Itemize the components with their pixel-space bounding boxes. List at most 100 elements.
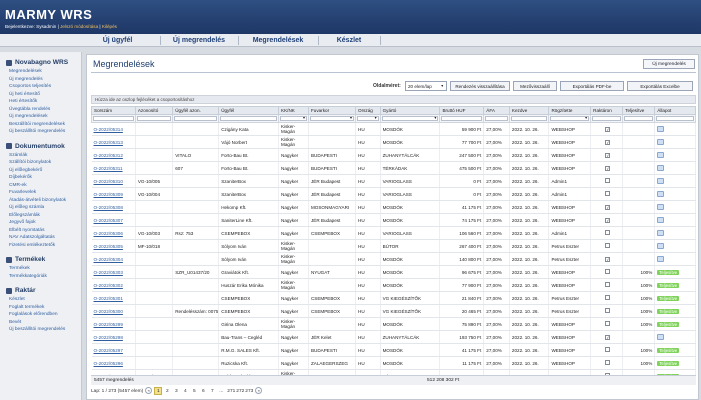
page-link[interactable]: 273 <box>244 387 253 395</box>
sidebar-section-raktar[interactable]: Raktár <box>6 286 81 295</box>
column-header-allapot[interactable]: Állapot <box>654 106 696 115</box>
view-icon[interactable] <box>657 164 665 171</box>
filter-input[interactable] <box>656 116 694 121</box>
sidebar-item-atadas-atveteli-bizonylatok[interactable]: Átadás-átvételi bizonylatok <box>0 197 81 205</box>
page-link[interactable]: 5 <box>190 387 198 395</box>
order-number-link[interactable]: O-2022/05297 <box>91 343 136 357</box>
sidebar-item-termekek[interactable]: Termékek <box>0 265 81 273</box>
column-header-kezdve[interactable]: Kezdve <box>508 106 550 115</box>
table-row[interactable]: O-2022/05305 MF-10/018 Sólyom Iván Kisker-M… <box>91 239 696 253</box>
sidebar-item-nav-adatszolgaltatas[interactable]: NAV Adatszolgáltatás <box>0 234 81 242</box>
column-header-ugyfel[interactable]: Ügyfél <box>218 106 280 115</box>
in-stock-checkbox[interactable] <box>605 347 611 352</box>
tab-new-order[interactable]: Új megrendelés <box>160 34 238 47</box>
sidebar-item-cmr-ek[interactable]: CMR-ek <box>0 182 81 190</box>
page-link[interactable]: 272 <box>235 387 244 395</box>
table-row[interactable]: O-2022/05306 VG-10/003 Rsz: 753 CSEMPEBOX Na… <box>91 226 696 240</box>
filter-input[interactable] <box>485 116 508 121</box>
next-page-icon[interactable]: » <box>255 387 263 394</box>
column-header-raktaron[interactable]: Raktáron <box>590 106 624 115</box>
filter-input[interactable] <box>93 116 134 121</box>
filter-select[interactable] <box>550 116 590 121</box>
view-icon[interactable] <box>657 216 665 223</box>
filter-input[interactable] <box>220 116 278 121</box>
column-header-kk-nk[interactable]: KK/NK <box>278 106 309 115</box>
sidebar-item-csoportos-teljesites[interactable]: Csoportos teljesítés <box>0 83 81 91</box>
order-number-link[interactable]: O-2022/05312 <box>91 148 136 162</box>
page-link[interactable]: 4 <box>181 387 189 395</box>
sidebar-item-keszlet[interactable]: Készlet <box>0 296 81 304</box>
order-number-link[interactable]: O-2022/05303 <box>91 265 136 279</box>
view-icon[interactable] <box>657 229 665 236</box>
sidebar-item-elbelt-nyomtatas[interactable]: Elbélt nyomtatás <box>0 227 81 235</box>
order-number-link[interactable]: O-2022/05309 <box>91 187 136 201</box>
filter-select[interactable] <box>309 116 354 121</box>
order-number-link[interactable]: O-2022/05307 <box>91 213 136 227</box>
order-number-link[interactable]: O-2022/05313 <box>91 135 136 149</box>
column-header-brutto-huf[interactable]: Bruttó HUF <box>439 106 485 115</box>
in-stock-checkbox[interactable] <box>605 282 611 287</box>
column-header-azonosito[interactable]: Azonosító <box>134 106 174 115</box>
sidebar-item-foglalasok-elorendben[interactable]: Foglalások előrendben <box>0 311 81 319</box>
table-row[interactable]: O-2022/05312 VITALO Forto-Bau Bt. Nagyker BU… <box>91 148 696 162</box>
sidebar-item-termekkategoriak[interactable]: Termékkategóriák <box>0 273 81 281</box>
sidebar-item-heti-ertesitok[interactable]: Heti értesítők <box>0 98 81 106</box>
in-stock-checkbox[interactable] <box>605 308 611 313</box>
order-number-link[interactable]: O-2022/05299 <box>91 317 136 331</box>
sidebar-item-megrendelesek[interactable]: Megrendelések <box>0 68 81 76</box>
sidebar-item-uj-heti-ertesito[interactable]: Új heti értesítő <box>0 91 81 99</box>
sidebar-section-novabagno-wrs[interactable]: Novabagno WRS <box>6 58 81 67</box>
column-header-teljesitve[interactable]: Teljesítve <box>622 106 656 115</box>
column-header-orszag[interactable]: Ország <box>355 106 381 115</box>
sidebar-item-dijbekerok[interactable]: Díjbekérők <box>0 174 81 182</box>
sidebar-item-uj-eloleg-szamla[interactable]: Új előleg számla <box>0 204 81 212</box>
export-pdf-button[interactable]: Exportálás PDF-be <box>560 81 624 91</box>
column-header-fuvarkor[interactable]: Fuvarkor <box>307 106 357 115</box>
view-icon[interactable] <box>657 242 665 249</box>
sidebar-item-uj-elolegbekero[interactable]: Új előlegbekérő <box>0 167 81 175</box>
order-number-link[interactable]: O-2022/05314 <box>91 122 136 136</box>
table-row[interactable]: O-2022/05296 Ruzicska Kft. Nagyker ZALAEGER… <box>91 356 696 370</box>
page-link[interactable]: ... <box>217 387 225 395</box>
change-password-link[interactable]: Jelszó módosítása <box>60 24 98 29</box>
first-page-icon[interactable]: « <box>145 387 153 394</box>
table-row[interactable]: O-2022/05314 Czigány Kata Kisker-Magán HU MO… <box>91 122 696 136</box>
sidebar-item-fuvarlevelek[interactable]: Fuvarlevelek <box>0 189 81 197</box>
table-row[interactable]: O-2022/05307 SaniterLine Kft. Nagyker JÉR B… <box>91 213 696 227</box>
filter-select[interactable] <box>280 116 307 121</box>
tab-stock[interactable]: Készlet <box>318 34 380 47</box>
page-link[interactable]: 1 <box>154 387 163 395</box>
table-row[interactable]: O-2022/05303 SZR_U01437/20 Graviátok Kft. N… <box>91 265 696 279</box>
view-icon[interactable] <box>657 138 665 145</box>
view-icon[interactable] <box>657 333 665 340</box>
in-stock-checkbox[interactable]: ✓ <box>605 139 611 145</box>
order-number-link[interactable]: O-2022/05301 <box>91 291 136 305</box>
sidebar-item-uj-beszallitoi-megrendeles[interactable]: Új beszállítói megrendelés <box>0 128 81 136</box>
sidebar-item-jegyvo-fajok[interactable]: Jegyvő fajok <box>0 219 81 227</box>
filter-select[interactable] <box>357 116 379 121</box>
order-number-link[interactable]: O-2022/05310 <box>91 174 136 188</box>
page-link[interactable]: 2 <box>163 387 171 395</box>
reset-filter-button[interactable]: Mezővisszaállí <box>513 81 557 91</box>
sidebar-item-fizetesi-emlekeztetok[interactable]: Fizetési emlékeztetők <box>0 242 81 250</box>
sidebar-item-uj-beszallitoi-megrendeles[interactable]: Új beszállítói megrendelés <box>0 326 81 334</box>
table-row[interactable]: O-2022/05311 607 Forto-Bau Bt. Nagyker BUDAP… <box>91 161 696 175</box>
in-stock-checkbox[interactable]: ✓ <box>605 152 611 158</box>
sidebar-section-termekek[interactable]: Termékek <box>6 255 81 264</box>
page-link[interactable]: 7 <box>208 387 216 395</box>
table-row[interactable]: O-2022/05308 Hekomp Kft. Nagyker MOSONMAGYA… <box>91 200 696 214</box>
logout-link[interactable]: Kilépés <box>102 24 117 29</box>
order-number-link[interactable]: O-2022/05298 <box>91 330 136 344</box>
in-stock-checkbox[interactable] <box>605 178 611 183</box>
in-stock-checkbox[interactable]: ✓ <box>605 256 611 262</box>
order-number-link[interactable]: O-2022/05302 <box>91 278 136 292</box>
export-excel-button[interactable]: Exportálás Excelbe <box>627 81 693 91</box>
column-header-rogzitette[interactable]: Rögzítette <box>548 106 592 115</box>
sidebar-item-beszallitoi-megrendelesek[interactable]: Beszállítói megrendelések <box>0 121 81 129</box>
sort-reset-button[interactable]: Rendezés visszaállítása <box>450 81 510 91</box>
table-row[interactable]: O-2022/05301 CSEMPEBOX Nagyker CSEMPEBOX HU V… <box>91 291 696 305</box>
order-number-link[interactable]: O-2022/05305 <box>91 239 136 253</box>
order-number-link[interactable]: O-2022/05308 <box>91 200 136 214</box>
order-number-link[interactable]: O-2022/05306 <box>91 226 136 240</box>
sidebar-section-dokumentumok[interactable]: Dokumentumok <box>6 142 81 151</box>
